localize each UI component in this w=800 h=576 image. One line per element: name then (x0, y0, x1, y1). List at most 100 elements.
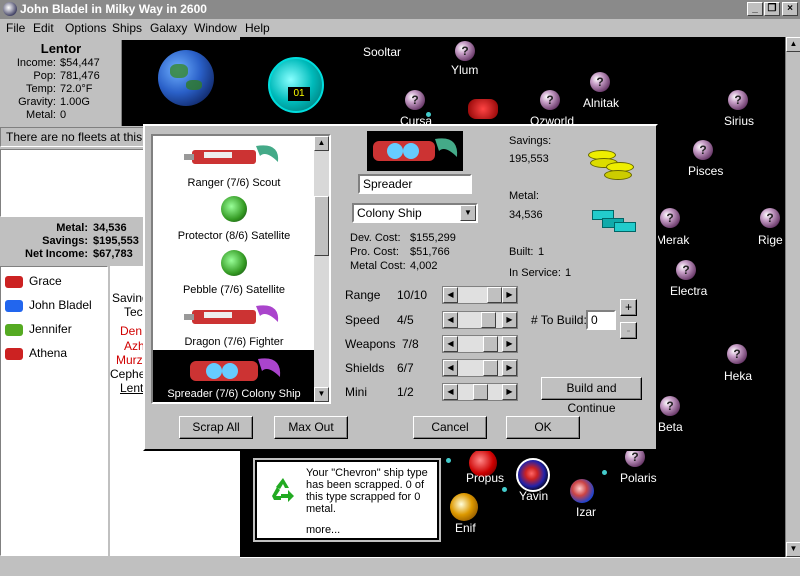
menu-window[interactable]: Window (194, 19, 237, 37)
star-pisces[interactable]: Pisces (688, 164, 723, 178)
unknown-star-icon[interactable]: ? (727, 344, 747, 364)
map-horizontal-scrollbar[interactable] (240, 557, 800, 576)
unknown-star-icon[interactable]: ? (590, 72, 610, 92)
build-and-continue-button[interactable]: Build and Continue (541, 377, 642, 415)
unknown-star-icon[interactable]: ? (676, 260, 696, 280)
star-izar[interactable]: Izar (576, 505, 596, 519)
decrease-button[interactable]: - (620, 322, 637, 339)
scroll-thumb[interactable] (314, 196, 329, 256)
ship-list-item-selected[interactable]: Spreader (7/6) Colony Ship (153, 350, 315, 402)
ship-name-input[interactable]: Spreader (358, 174, 472, 194)
slider-thumb[interactable] (483, 336, 499, 352)
star-sirius[interactable]: Sirius (724, 114, 754, 128)
minimize-button[interactable]: _ (747, 2, 763, 16)
slider-thumb[interactable] (472, 384, 488, 400)
gravity-value: 1.00G (60, 96, 90, 108)
shields-slider[interactable]: ◀ ▶ (442, 359, 518, 377)
unknown-star-icon[interactable]: ? (455, 41, 475, 61)
slider-right-arrow-icon[interactable]: ▶ (502, 360, 517, 376)
star-ylum[interactable]: Ylum (451, 63, 478, 77)
star-propus[interactable]: Propus (466, 471, 504, 485)
star-heka[interactable]: Heka (724, 369, 752, 383)
enemy-fleet-icon[interactable] (468, 99, 498, 119)
turn-clock-icon[interactable]: 01 (268, 57, 324, 113)
planet-globe-icon[interactable] (158, 50, 214, 106)
slider-right-arrow-icon[interactable]: ▶ (502, 384, 517, 400)
star-merak[interactable]: Merak (656, 233, 689, 247)
metal-cost-label: Metal Cost: (350, 260, 406, 272)
star-beta[interactable]: Beta (658, 420, 683, 434)
unknown-star-icon[interactable]: ? (760, 208, 780, 228)
slider-left-arrow-icon[interactable]: ◀ (443, 287, 458, 303)
menu-options[interactable]: Options (65, 19, 106, 37)
unknown-star-icon[interactable]: ? (540, 90, 560, 110)
speed-slider[interactable]: ◀ ▶ (442, 311, 518, 329)
ship-design-list[interactable]: Ranger (7/6) Scout Protector (8/6) Satel… (151, 134, 331, 404)
fin-net-value: $67,783 (93, 248, 133, 260)
menu-edit[interactable]: Edit (33, 19, 54, 37)
scroll-up-arrow-icon[interactable]: ▲ (786, 37, 800, 52)
spreader-preview-icon (373, 138, 458, 161)
ship-list-item[interactable]: Protector (8/6) Satellite (153, 190, 315, 244)
player-item[interactable]: Jennifer (5, 319, 72, 339)
ship-list-item[interactable]: Dragon (7/6) Fighter (153, 298, 315, 350)
star-electra[interactable]: Electra (670, 284, 707, 298)
slider-thumb[interactable] (481, 312, 497, 328)
star-yavin[interactable]: Yavin (519, 489, 548, 503)
player-item[interactable]: John Bladel (5, 295, 92, 315)
menu-file[interactable]: File (6, 19, 25, 37)
unknown-star-icon[interactable]: ? (660, 208, 680, 228)
to-build-input[interactable]: 0 (586, 310, 616, 330)
star-polaris[interactable]: Polaris (620, 471, 657, 485)
slider-right-arrow-icon[interactable]: ▶ (502, 312, 517, 328)
slider-left-arrow-icon[interactable]: ◀ (443, 384, 458, 400)
max-out-button[interactable]: Max Out (274, 416, 348, 439)
ship-type-select[interactable]: Colony Ship ▼ (352, 203, 478, 223)
scroll-up-arrow-icon[interactable]: ▲ (314, 136, 329, 151)
fleet-list[interactable] (0, 149, 150, 217)
slider-right-arrow-icon[interactable]: ▶ (502, 287, 517, 303)
blue-star-icon[interactable] (570, 479, 594, 503)
owned-star-icon[interactable] (516, 458, 550, 492)
mini-slider[interactable]: ◀ ▶ (442, 383, 518, 401)
chevron-down-icon[interactable]: ▼ (460, 205, 476, 221)
menu-galaxy[interactable]: Galaxy (150, 19, 187, 37)
slider-thumb[interactable] (487, 287, 502, 303)
map-vertical-scrollbar[interactable]: ▲ ▼ (785, 37, 800, 557)
ship-list-scrollbar[interactable]: ▲ ▼ (314, 136, 329, 402)
ship-list-item[interactable]: Pebble (7/6) Satellite (153, 244, 315, 298)
cancel-button[interactable]: Cancel (413, 416, 487, 439)
close-button[interactable]: × (782, 2, 798, 16)
menu-ships[interactable]: Ships (112, 19, 142, 37)
unknown-star-icon[interactable]: ? (693, 140, 713, 160)
unknown-star-icon[interactable]: ? (405, 90, 425, 110)
player-list: Grace John Bladel Jennifer Athena (0, 266, 108, 556)
unknown-star-icon[interactable]: ? (660, 396, 680, 416)
slider-left-arrow-icon[interactable]: ◀ (443, 360, 458, 376)
slider-left-arrow-icon[interactable]: ◀ (443, 336, 458, 352)
star-rige[interactable]: Rige (758, 233, 783, 247)
star-alnitak[interactable]: Alnitak (583, 96, 619, 110)
increase-button[interactable]: + (620, 299, 637, 316)
scroll-down-arrow-icon[interactable]: ▼ (314, 387, 329, 402)
ok-button[interactable]: OK (506, 416, 580, 439)
weapons-slider[interactable]: ◀ ▶ (442, 335, 518, 353)
slider-left-arrow-icon[interactable]: ◀ (443, 312, 458, 328)
range-slider[interactable]: ◀ ▶ (442, 286, 518, 304)
gold-star-icon[interactable] (450, 493, 478, 521)
scrap-all-button[interactable]: Scrap All (179, 416, 253, 439)
restore-button[interactable]: ❐ (764, 2, 780, 16)
ship-list-item[interactable]: Ranger (7/6) Scout (153, 136, 315, 190)
slider-right-arrow-icon[interactable]: ▶ (502, 336, 517, 352)
player-item[interactable]: Athena (5, 343, 67, 363)
message-box[interactable]: Your "Chevron" ship type has been scrapp… (255, 460, 439, 540)
message-more-link[interactable]: more... (306, 524, 340, 536)
menu-help[interactable]: Help (245, 19, 270, 37)
star-sooltar[interactable]: Sooltar (363, 45, 401, 59)
scroll-down-arrow-icon[interactable]: ▼ (786, 542, 800, 557)
side-lentor-link[interactable]: Lent (120, 381, 143, 395)
player-item[interactable]: Grace (5, 271, 62, 291)
unknown-star-icon[interactable]: ? (728, 90, 748, 110)
slider-thumb[interactable] (482, 360, 498, 376)
star-enif[interactable]: Enif (455, 521, 476, 535)
